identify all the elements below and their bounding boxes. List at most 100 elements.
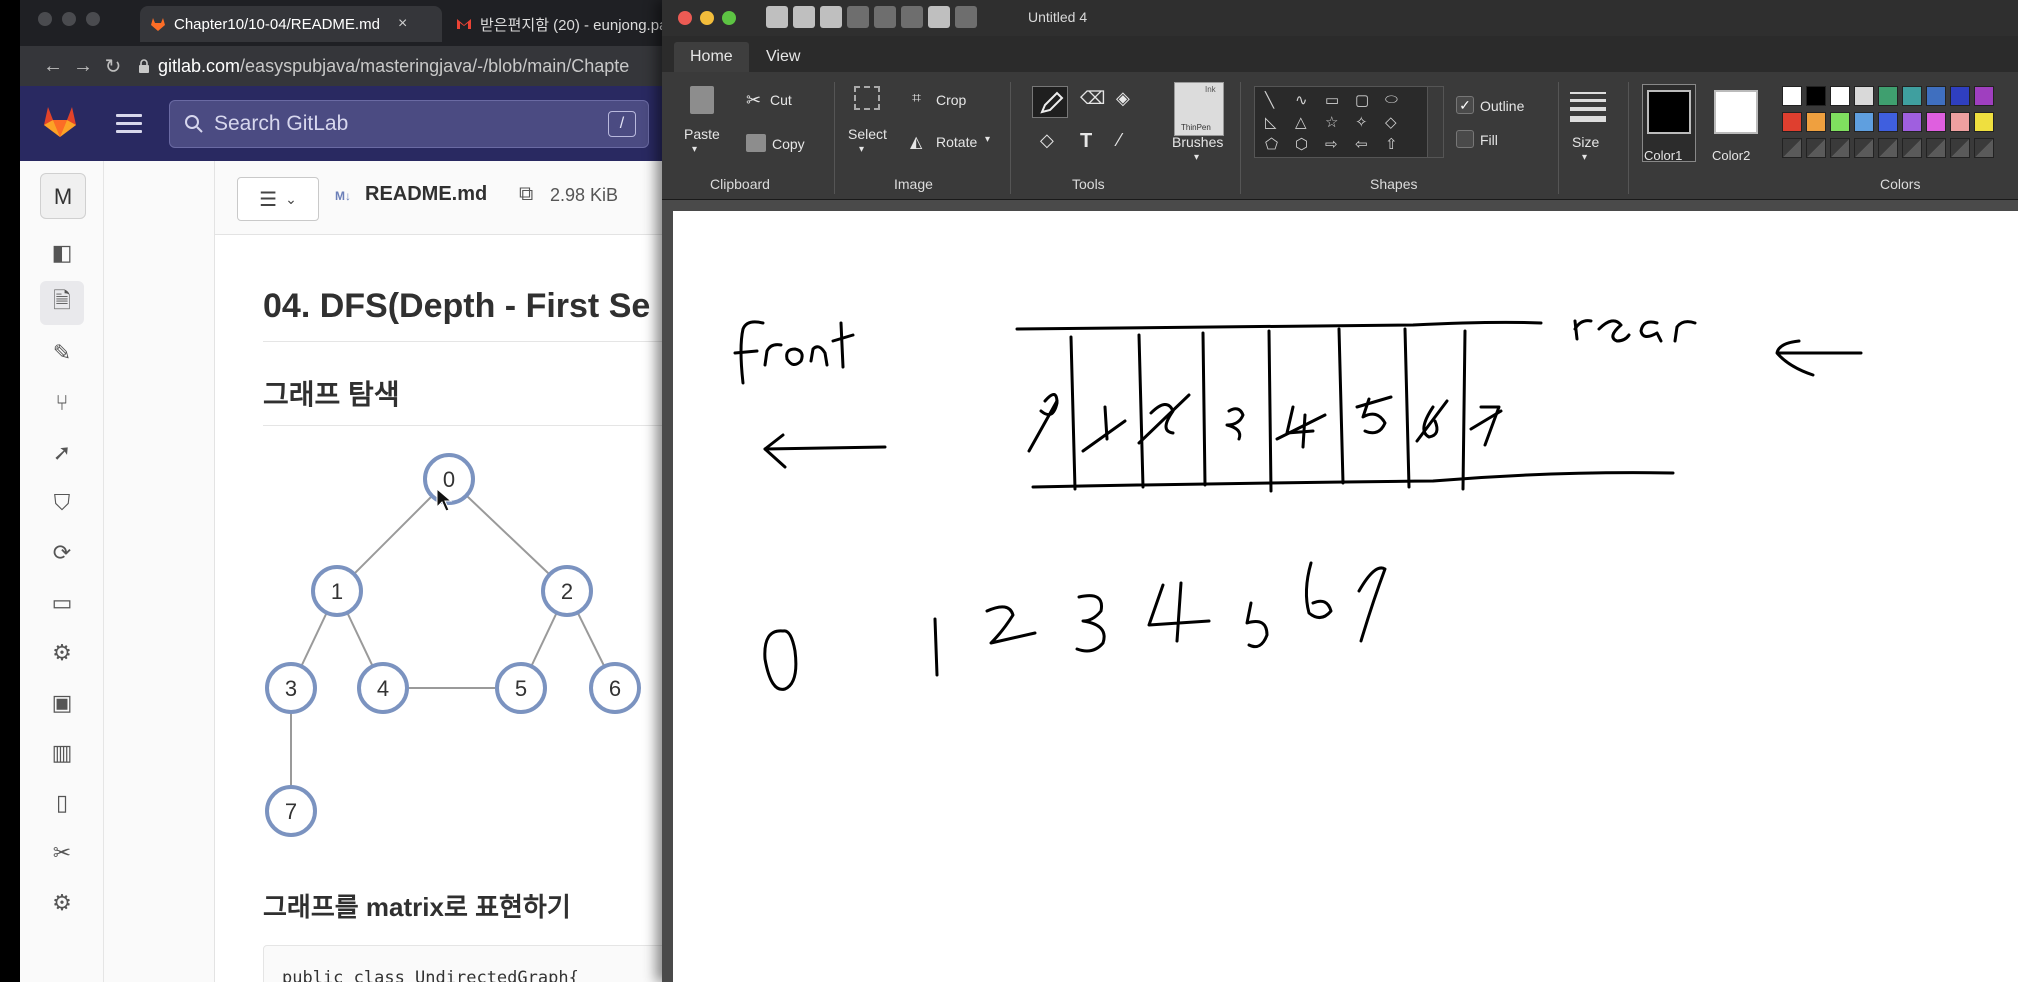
palette-swatch[interactable] [1950,86,1970,106]
select-chevron-icon[interactable]: ▾ [859,144,864,155]
merge-requests-icon[interactable]: ⑂ [40,381,84,425]
shapes-scrollbar[interactable] [1427,87,1443,157]
back-arrow-icon[interactable]: ← [38,55,68,78]
palette-swatch[interactable] [1974,112,1994,132]
search-gitlab-input[interactable]: Search GitLab / [169,100,649,148]
custom-color-slot[interactable] [1830,138,1850,158]
custom-color-slot[interactable] [1878,138,1898,158]
paint-minimize-dot[interactable] [700,11,714,25]
gitlab-logo-icon[interactable] [42,104,78,138]
crop-button[interactable]: Crop [936,92,966,108]
palette-swatch[interactable] [1926,112,1946,132]
palette-swatch[interactable] [1926,86,1946,106]
custom-color-slot[interactable] [1806,138,1826,158]
ci-cd-icon[interactable]: ➚ [40,431,84,475]
triangle-shape-icon[interactable]: △ [1295,113,1307,131]
window-minimize-dot[interactable] [62,12,76,26]
arrow-left-shape-icon[interactable]: ⇦ [1355,135,1368,153]
settings-icon[interactable]: ⚙ [40,881,84,925]
rectangle-shape-icon[interactable]: ▭ [1325,91,1339,109]
brushes-thumbnail[interactable]: Ink ThinPen [1174,82,1224,136]
right-triangle-shape-icon[interactable]: ◺ [1265,113,1277,131]
rotate-button[interactable]: Rotate [936,134,977,150]
open-folder-icon[interactable] [793,6,815,28]
analytics-icon[interactable]: ▥ [40,731,84,775]
browser-tab-readme[interactable]: Chapter10/10-04/README.md × [140,6,442,42]
cut-icon[interactable] [874,6,896,28]
brushes-button[interactable]: Brushes [1172,134,1223,150]
repository-icon[interactable]: 🗎 [40,281,84,325]
palette-swatch[interactable] [1830,86,1850,106]
arrow-right-shape-icon[interactable]: ⇨ [1325,135,1338,153]
size-lines-icon[interactable] [1570,92,1606,122]
palette-swatch[interactable] [1854,112,1874,132]
color-fill-tool-icon[interactable]: ◇ [1040,130,1054,151]
palette-swatch[interactable] [1782,86,1802,106]
select-button[interactable]: Select [848,126,887,142]
custom-color-slot[interactable] [1926,138,1946,158]
palette-swatch[interactable] [1902,86,1922,106]
color1-swatch[interactable] [1647,90,1691,134]
custom-color-slot[interactable] [1950,138,1970,158]
select-icon[interactable] [854,86,880,110]
tab-view[interactable]: View [750,42,816,72]
outline-checkbox[interactable]: ✓ [1456,96,1474,114]
infrastructure-icon[interactable]: ⚙ [40,631,84,675]
window-close-dot[interactable] [38,12,52,26]
fill-bucket-tool-icon[interactable]: ◈ [1116,88,1130,109]
eraser-tool-icon[interactable]: ⌫ [1080,88,1105,109]
line-shape-icon[interactable]: ╲ [1265,91,1274,109]
pentagon-shape-icon[interactable]: ⬠ [1265,135,1278,153]
snippets-icon[interactable]: ✂ [40,831,84,875]
reload-icon[interactable]: ↻ [98,54,128,79]
copy-icon[interactable] [746,134,766,152]
palette-swatch[interactable] [1878,112,1898,132]
crop-icon[interactable]: ⌗ [912,90,921,108]
issues-icon[interactable]: ✎ [40,331,84,375]
copy-button[interactable]: Copy [772,136,805,152]
custom-color-slot[interactable] [1902,138,1922,158]
star-shape-icon[interactable]: ☆ [1325,113,1338,131]
paste-icon[interactable] [901,6,923,28]
rounded-rect-shape-icon[interactable]: ▢ [1355,91,1369,109]
paint-close-dot[interactable] [678,11,692,25]
cut-icon[interactable]: ✂ [746,90,761,111]
color2-swatch[interactable] [1714,90,1758,134]
paint-zoom-dot[interactable] [722,11,736,25]
tab-home[interactable]: Home [674,42,749,72]
palette-swatch[interactable] [1878,86,1898,106]
burst-shape-icon[interactable]: ✧ [1355,113,1368,131]
text-tool-icon[interactable]: T [1080,130,1092,153]
drawing-canvas[interactable] [673,211,2018,982]
palette-swatch[interactable] [1830,112,1850,132]
custom-color-slot[interactable] [1782,138,1802,158]
brushes-chevron-icon[interactable]: ▾ [1194,152,1199,163]
save-icon[interactable] [820,6,842,28]
redo-icon[interactable] [955,6,977,28]
security-icon[interactable]: ⛉ [40,481,84,525]
hamburger-menu-icon[interactable] [116,114,142,138]
packages-icon[interactable]: ▭ [40,581,84,625]
color-picker-tool-icon[interactable]: ⁄ [1118,130,1121,151]
palette-swatch[interactable] [1854,86,1874,106]
fill-checkbox[interactable] [1456,130,1474,148]
rotate-icon[interactable]: ◭ [910,132,922,152]
hexagon-shape-icon[interactable]: ⬡ [1295,135,1308,153]
size-button[interactable]: Size [1572,134,1599,150]
project-avatar[interactable]: M [40,173,86,219]
size-chevron-icon[interactable]: ▾ [1582,152,1587,163]
shapes-gallery[interactable]: ╲ ∿ ▭ ▢ ⬭ ◺ △ ☆ ✧ ◇ ⬠ ⬡ ⇨ ⇦ ⇧ [1254,86,1444,158]
palette-swatch[interactable] [1782,112,1802,132]
undo-icon[interactable] [928,6,950,28]
palette-swatch[interactable] [1974,86,1994,106]
palette-swatch[interactable] [1806,86,1826,106]
palette-swatch[interactable] [1902,112,1922,132]
custom-color-slot[interactable] [1974,138,1994,158]
address-bar[interactable]: gitlab.com/easyspubjava/masteringjava/-/… [138,56,629,77]
close-tab-icon[interactable]: × [398,15,407,33]
rotate-chevron-icon[interactable]: ▾ [985,134,990,145]
arrow-up-shape-icon[interactable]: ⇧ [1385,135,1398,153]
curve-shape-icon[interactable]: ∿ [1295,91,1308,109]
palette-swatch[interactable] [1806,112,1826,132]
forward-arrow-icon[interactable]: → [68,55,98,78]
